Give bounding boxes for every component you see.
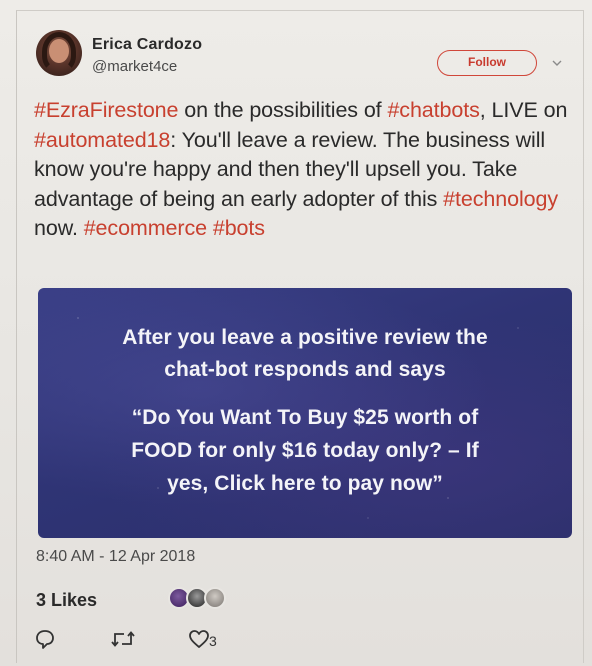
hashtag-chatbots[interactable]: #chatbots [387,98,479,122]
hashtag-technology[interactable]: #technology [443,187,558,211]
avatar[interactable] [36,30,82,76]
hashtag-bots[interactable]: #bots [213,216,265,240]
tweet-page: Erica Cardozo @market4ce Follow #EzraFir… [0,0,592,666]
image-text-line: chat-bot responds and says [164,358,446,381]
author-name[interactable]: Erica Cardozo [92,36,202,54]
likes-summary[interactable]: 3 Likes [36,590,97,611]
image-text-line: yes, Click here to pay now” [167,472,443,495]
tweet-text-segment: now. [34,216,84,240]
reply-icon[interactable] [34,628,56,652]
follow-button[interactable]: Follow [437,50,537,76]
avatar-face [49,39,69,63]
tweet-image[interactable]: After you leave a positive review the ch… [38,288,572,538]
hashtag-ecommerce[interactable]: #ecommerce [84,216,207,240]
liker-avatar[interactable] [204,587,226,609]
chevron-down-icon[interactable] [552,56,562,70]
tweet-text-segment: on the possibilities of [178,98,388,122]
author-handle[interactable]: @market4ce [92,58,177,75]
tweet-text: #EzraFirestone on the possibilities of #… [34,96,574,244]
tweet-timestamp[interactable]: 8:40 AM - 12 Apr 2018 [36,548,195,566]
image-text-line: After you leave a positive review the [122,326,488,349]
hashtag-ezrafirestone[interactable]: #EzraFirestone [34,98,178,122]
retweet-icon[interactable] [110,628,136,652]
image-text-line: FOOD for only $16 today only? – If [131,439,479,462]
heart-icon[interactable] [188,628,210,652]
hashtag-automated18[interactable]: #automated18 [34,128,170,152]
tweet-text-segment: , LIVE on [479,98,568,122]
like-action-count: 3 [209,633,217,649]
image-text-line: “Do You Want To Buy $25 worth of [131,406,479,429]
likes-count: 3 [36,590,47,610]
likes-label: Likes [51,590,98,610]
